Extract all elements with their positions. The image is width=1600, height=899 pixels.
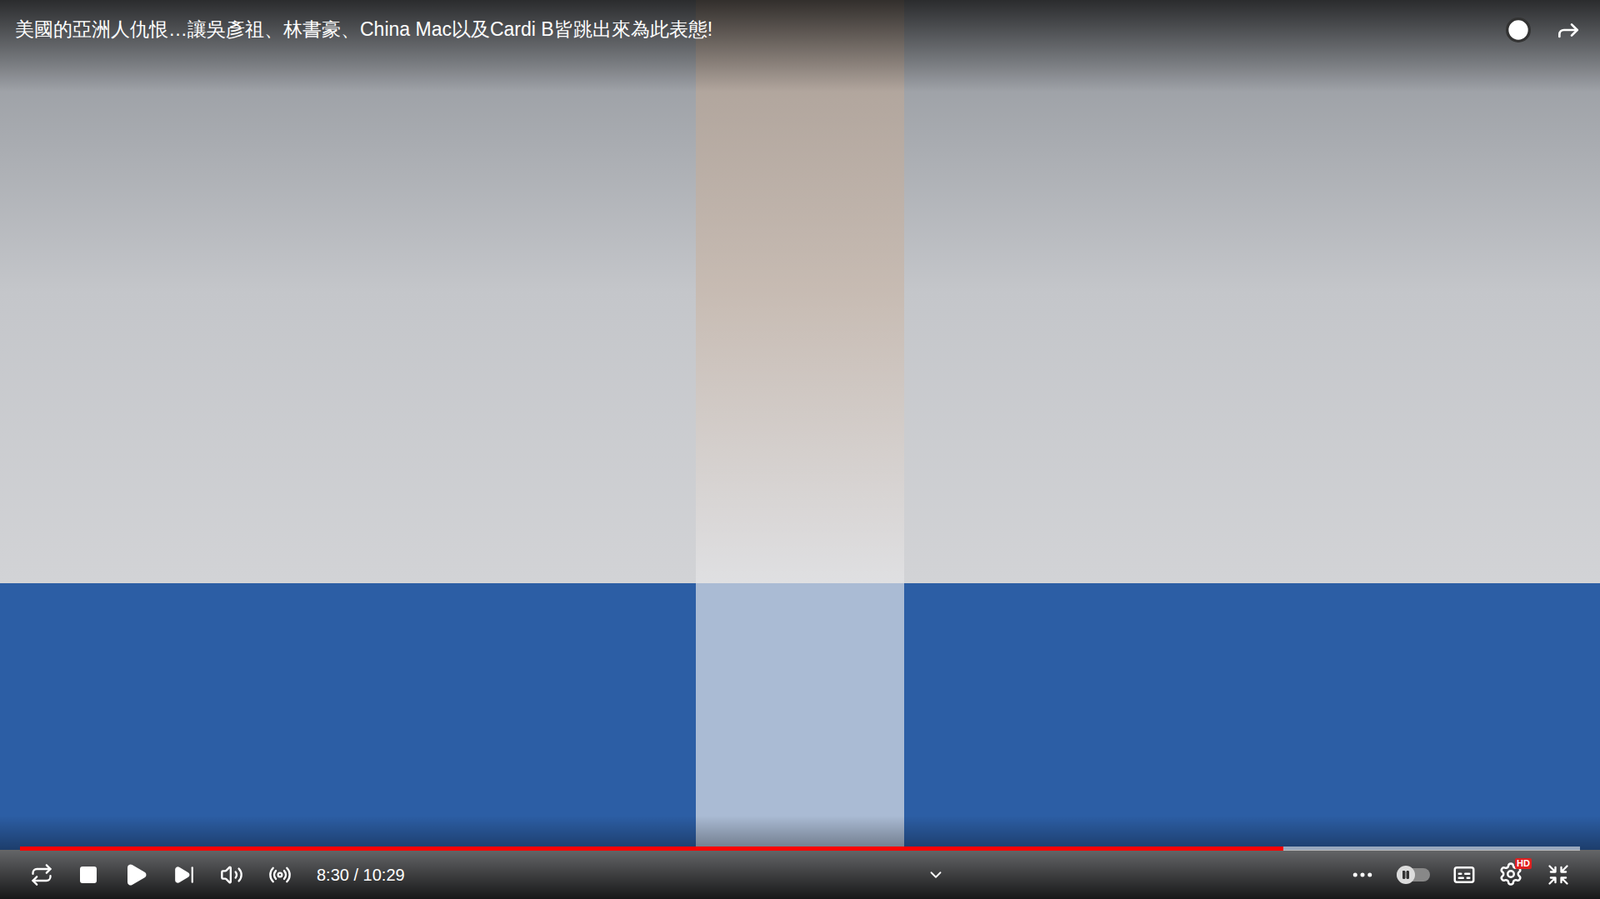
watch-later-icon[interactable]: [1505, 16, 1532, 44]
share-icon[interactable]: [1555, 16, 1582, 44]
pause-icon: [1400, 870, 1411, 880]
video-player[interactable]: 美國的亞洲人仇恨…讓吳彥祖、林書豪、China Mac以及Cardi B皆跳出來…: [0, 0, 1600, 899]
stop-icon[interactable]: [78, 865, 99, 885]
loop-icon[interactable]: [30, 863, 54, 887]
play-icon[interactable]: [123, 862, 149, 888]
autoplay-toggle[interactable]: [1396, 868, 1430, 882]
video-title[interactable]: 美國的亞洲人仇恨…讓吳彥祖、林書豪、China Mac以及Cardi B皆跳出來…: [15, 16, 713, 42]
exit-fullscreen-icon[interactable]: [1546, 863, 1570, 887]
sound-effect-icon[interactable]: [268, 863, 292, 887]
hd-badge: HD: [1515, 858, 1532, 870]
progress-bar[interactable]: [20, 846, 1580, 851]
controls-overlay: 8:30 / 10:29 HD: [0, 815, 1600, 899]
more-icon[interactable]: [1350, 862, 1375, 888]
next-icon[interactable]: [173, 864, 195, 886]
top-bar: 美國的亞洲人仇恨…讓吳彥祖、林書豪、China Mac以及Cardi B皆跳出來…: [0, 0, 1600, 92]
progress-fill: [20, 846, 1284, 851]
captions-icon[interactable]: [1451, 862, 1477, 888]
video-frame[interactable]: [0, 0, 1600, 899]
volume-icon[interactable]: [220, 863, 244, 887]
chevron-down-icon[interactable]: [926, 865, 945, 885]
control-bar: 8:30 / 10:29 HD: [0, 850, 1600, 899]
time-display: 8:30 / 10:29: [316, 862, 405, 888]
